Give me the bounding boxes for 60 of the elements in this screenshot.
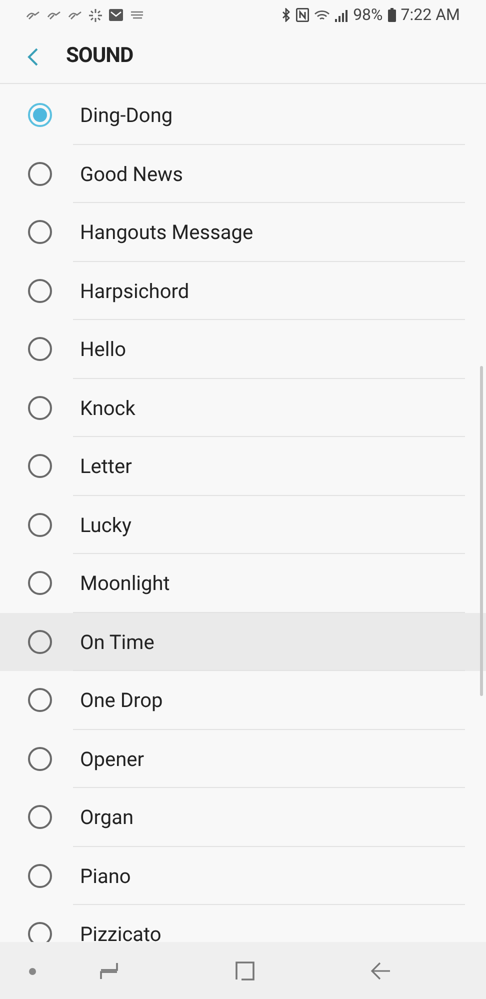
radio-button[interactable] bbox=[28, 278, 52, 303]
sound-option[interactable]: Ding-Dong bbox=[0, 86, 486, 144]
sound-option[interactable]: Piano bbox=[0, 846, 486, 905]
radio-button[interactable] bbox=[28, 746, 52, 771]
radio-button[interactable] bbox=[28, 162, 52, 186]
sound-option[interactable]: On Time bbox=[0, 612, 486, 671]
radio-button[interactable] bbox=[28, 337, 52, 362]
sound-name: Lucky bbox=[80, 512, 132, 539]
sound-option[interactable]: Hangouts Message bbox=[0, 203, 486, 262]
back-arrow-icon bbox=[371, 961, 391, 981]
sound-name: Knock bbox=[80, 394, 136, 422]
sound-option[interactable]: Good News bbox=[0, 144, 486, 203]
radio-button[interactable] bbox=[28, 864, 52, 888]
sound-option[interactable]: Knock bbox=[0, 378, 486, 437]
sound-name: On Time bbox=[80, 628, 154, 656]
mail-icon bbox=[109, 9, 123, 21]
radio-button[interactable] bbox=[28, 512, 52, 537]
radio-button[interactable] bbox=[28, 571, 52, 596]
battery-icon bbox=[388, 8, 396, 22]
sound-option[interactable]: Moonlight bbox=[0, 554, 486, 612]
radio-button[interactable] bbox=[28, 688, 52, 712]
sound-name: Organ bbox=[80, 804, 134, 832]
home-icon bbox=[235, 961, 255, 981]
sound-name: Hangouts Message bbox=[80, 219, 254, 246]
radio-button[interactable] bbox=[28, 630, 52, 654]
notification-icon bbox=[68, 9, 82, 21]
sound-option[interactable]: One Drop bbox=[0, 671, 486, 730]
clock: 7:22 AM bbox=[400, 4, 460, 26]
battery-percentage: 98% bbox=[353, 4, 383, 26]
radio-button[interactable] bbox=[28, 220, 52, 244]
nfc-icon bbox=[296, 8, 310, 22]
sound-name: Good News bbox=[80, 160, 183, 188]
back-icon bbox=[27, 46, 39, 66]
sound-name: Ding-Dong bbox=[80, 102, 173, 130]
sound-option[interactable]: Opener bbox=[0, 730, 486, 788]
sound-name: One Drop bbox=[80, 687, 163, 714]
sound-option[interactable]: Hello bbox=[0, 320, 486, 378]
notification-icon bbox=[26, 9, 40, 21]
bluetooth-icon bbox=[282, 8, 292, 22]
sound-option[interactable]: Letter bbox=[0, 437, 486, 496]
radio-button[interactable] bbox=[28, 396, 52, 420]
sound-name: Hello bbox=[80, 336, 126, 364]
radio-button[interactable] bbox=[28, 454, 52, 478]
radio-button[interactable] bbox=[28, 103, 52, 128]
screen-title: SOUND bbox=[66, 42, 134, 70]
sound-name: Harpsichord bbox=[80, 278, 190, 305]
radio-button[interactable] bbox=[28, 805, 52, 830]
sound-name: Pizzicato bbox=[80, 921, 162, 942]
sound-option[interactable]: Lucky bbox=[0, 496, 486, 554]
sound-name: Moonlight bbox=[80, 570, 170, 598]
sound-name: Piano bbox=[80, 862, 131, 890]
sound-option[interactable]: Organ bbox=[0, 788, 486, 846]
wifi-icon bbox=[314, 8, 330, 22]
signal-icon bbox=[335, 8, 348, 22]
spark-icon bbox=[89, 8, 102, 22]
sound-name: Opener bbox=[80, 746, 144, 773]
notification-icon bbox=[47, 9, 61, 21]
recent-apps-icon bbox=[99, 962, 119, 980]
sound-option[interactable]: Harpsichord bbox=[0, 262, 486, 320]
sound-name: Letter bbox=[80, 453, 132, 480]
